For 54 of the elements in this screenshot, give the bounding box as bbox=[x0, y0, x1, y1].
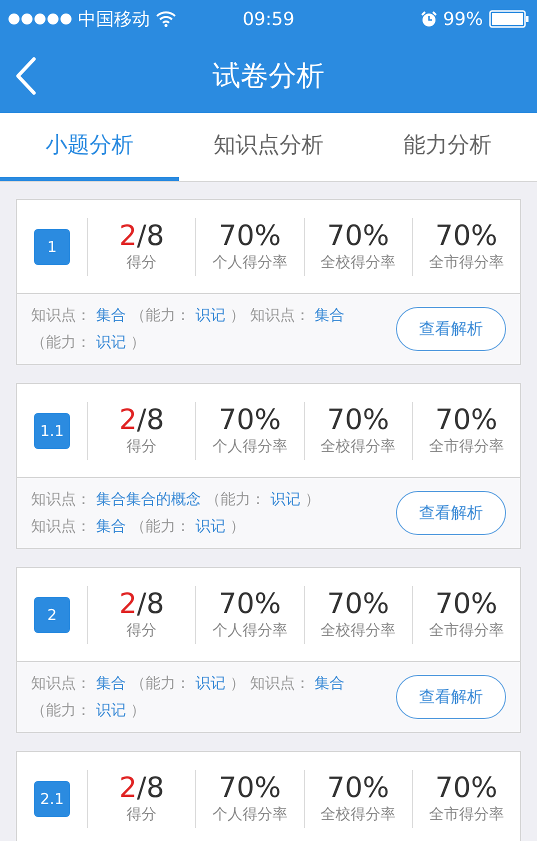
stat-value: 70% bbox=[327, 772, 390, 804]
knowledge-tags: 知识点： 集合 （能力： 识记 ） 知识点： 集合 （能力： 识记 ） bbox=[31, 670, 386, 724]
stat-value: 70% bbox=[435, 772, 498, 804]
stat-label: 全市得分率 bbox=[428, 805, 504, 824]
stat-value: 70% bbox=[218, 588, 281, 620]
question-number: 2 bbox=[34, 596, 70, 632]
signal-icon bbox=[8, 13, 72, 25]
stat-label: 全市得分率 bbox=[428, 437, 504, 456]
stat-label: 全校得分率 bbox=[320, 621, 396, 640]
stat-value: 70% bbox=[327, 588, 390, 620]
stat-value: 70% bbox=[435, 404, 498, 436]
stat-label: 个人得分率 bbox=[212, 621, 288, 640]
question-number: 1.1 bbox=[34, 412, 70, 448]
stat-value: 70% bbox=[435, 220, 498, 252]
view-analysis-button[interactable]: 查看解析 bbox=[396, 307, 506, 351]
stat-label: 全校得分率 bbox=[320, 437, 396, 456]
score-text: 2/8 bbox=[119, 220, 164, 252]
view-analysis-button[interactable]: 查看解析 bbox=[396, 675, 506, 719]
carrier-name: 中国移动 bbox=[78, 8, 150, 31]
back-icon[interactable] bbox=[14, 56, 38, 96]
stat-label: 全校得分率 bbox=[320, 805, 396, 824]
tab[interactable]: 知识点分析 bbox=[179, 113, 358, 181]
view-analysis-button[interactable]: 查看解析 bbox=[396, 491, 506, 535]
stat-value: 70% bbox=[435, 588, 498, 620]
alarm-icon bbox=[420, 11, 437, 27]
wifi-icon bbox=[156, 11, 176, 27]
stat-label: 个人得分率 bbox=[212, 805, 288, 824]
stat-value: 70% bbox=[218, 220, 281, 252]
stat-value: 70% bbox=[218, 404, 281, 436]
stat-label: 全市得分率 bbox=[428, 253, 504, 272]
knowledge-tags: 知识点： 集合集合的概念 （能力： 识记 ） 知识点： 集合 （能力： 识记 ） bbox=[31, 486, 386, 540]
knowledge-tags: 知识点： 集合 （能力： 识记 ） 知识点： 集合 （能力： 识记 ） bbox=[31, 302, 386, 356]
stat-label: 得分 bbox=[126, 621, 157, 640]
stat-label: 全市得分率 bbox=[428, 621, 504, 640]
status-time: 09:59 bbox=[242, 8, 294, 30]
score-text: 2/8 bbox=[119, 588, 164, 620]
page-title: 试卷分析 bbox=[212, 58, 324, 94]
stat-label: 个人得分率 bbox=[212, 253, 288, 272]
tab[interactable]: 小题分析 bbox=[0, 113, 179, 181]
stat-label: 全校得分率 bbox=[320, 253, 396, 272]
tab[interactable]: 能力分析 bbox=[358, 113, 537, 181]
stat-label: 得分 bbox=[126, 437, 157, 456]
score-text: 2/8 bbox=[119, 404, 164, 436]
stat-label: 得分 bbox=[126, 805, 157, 824]
stat-value: 70% bbox=[327, 404, 390, 436]
stat-value: 70% bbox=[327, 220, 390, 252]
question-number: 2.1 bbox=[34, 780, 70, 816]
battery-percent: 99% bbox=[442, 8, 483, 30]
question-number: 1 bbox=[34, 228, 70, 264]
stat-label: 得分 bbox=[126, 253, 157, 272]
score-text: 2/8 bbox=[119, 772, 164, 804]
stat-value: 70% bbox=[218, 772, 281, 804]
battery-icon bbox=[489, 10, 529, 28]
stat-label: 个人得分率 bbox=[212, 437, 288, 456]
